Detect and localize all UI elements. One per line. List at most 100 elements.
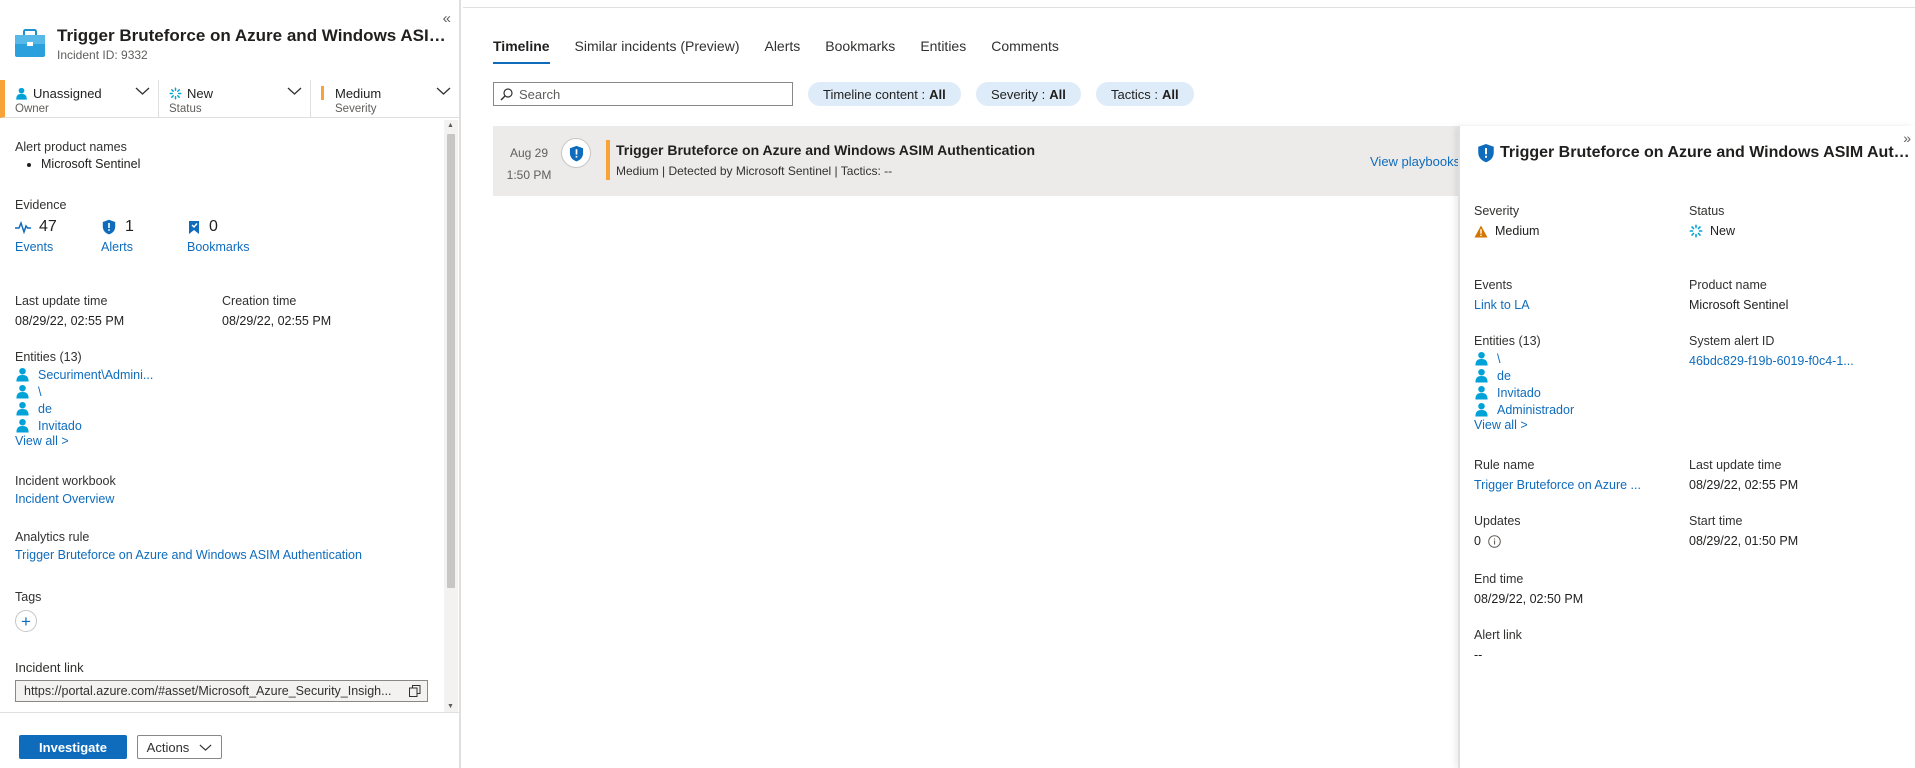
incident-summary-panel: « Trigger Bruteforce on Azure and Window… xyxy=(0,0,461,768)
creation-time-value: 08/29/22, 02:55 PM xyxy=(222,314,332,328)
summary-footer: Investigate Actions xyxy=(0,712,459,768)
search-input[interactable] xyxy=(519,86,779,102)
filter-value: All xyxy=(1161,86,1179,102)
user-icon xyxy=(1474,368,1489,383)
pulse-icon xyxy=(15,220,31,234)
last-update-value: 08/29/22, 02:55 PM xyxy=(15,314,125,328)
scroll-down-icon[interactable]: ▼ xyxy=(447,703,454,710)
tab-timeline[interactable]: Timeline xyxy=(493,38,550,68)
tab-entities[interactable]: Entities xyxy=(920,38,966,68)
bookmarks-link[interactable]: Bookmarks xyxy=(187,240,250,254)
evidence-label: Evidence xyxy=(15,198,67,212)
incident-header: « Trigger Bruteforce on Azure and Window… xyxy=(0,0,459,80)
entity-item[interactable]: de xyxy=(15,400,153,417)
analytics-rule-section: Analytics rule Trigger Bruteforce on Azu… xyxy=(15,530,362,562)
alerts-link[interactable]: Alerts xyxy=(101,240,134,254)
system-alert-link[interactable]: 46bdc829-f19b-6019-f0c4-1... xyxy=(1689,354,1854,368)
tags-label: Tags xyxy=(15,590,42,604)
last-update-label: Last update time xyxy=(1689,458,1782,472)
entities-section: Entities (13) Securiment\Admini... \ de … xyxy=(15,350,153,448)
analytics-rule-link[interactable]: Trigger Bruteforce on Azure and Windows … xyxy=(15,548,362,562)
entity-item[interactable]: Invitado xyxy=(15,417,153,434)
start-time-value: 08/29/22, 01:50 PM xyxy=(1689,534,1799,548)
filter-label: Severity : xyxy=(991,86,1046,102)
user-icon xyxy=(15,87,28,100)
entity-item[interactable]: de xyxy=(1474,367,1574,384)
alert-details-pane: » Trigger Bruteforce on Azure and Window… xyxy=(1458,126,1915,768)
view-playbooks-link[interactable]: View playbooks xyxy=(1370,154,1460,169)
filter-value: All xyxy=(929,86,946,102)
info-icon[interactable] xyxy=(1488,534,1501,548)
warning-icon xyxy=(1474,225,1488,237)
chevron-down-icon xyxy=(135,86,150,96)
scroll-thumb[interactable] xyxy=(447,134,455,588)
entities-label: Entities (13) xyxy=(1474,334,1541,348)
entity-item[interactable]: Administrador xyxy=(1474,401,1574,418)
user-icon xyxy=(15,367,30,382)
workbook-label: Incident workbook xyxy=(15,474,116,488)
incident-title: Trigger Bruteforce on Azure and Windows … xyxy=(57,26,447,45)
tab-alerts[interactable]: Alerts xyxy=(764,38,800,68)
creation-time-field: Creation time 08/29/22, 02:55 PM xyxy=(222,294,331,328)
summary-scrollbar[interactable]: ▲ ▼ xyxy=(444,120,458,712)
entities-view-all-link[interactable]: View all > xyxy=(1474,418,1574,432)
incident-status-bar: Unassigned Owner New Status Medium Sever… xyxy=(0,80,459,118)
details-title: Trigger Bruteforce on Azure and Windows … xyxy=(1500,144,1910,161)
shield-icon xyxy=(1476,142,1496,164)
copy-icon[interactable] xyxy=(409,685,421,697)
tactics-filter[interactable]: Tactics : All xyxy=(1096,82,1194,106)
status-dropdown[interactable]: New Status xyxy=(158,80,310,118)
owner-dropdown[interactable]: Unassigned Owner xyxy=(5,80,158,118)
entity-item[interactable]: \ xyxy=(15,383,153,400)
timeline-title: Trigger Bruteforce on Azure and Windows … xyxy=(616,142,1036,158)
incident-link-field[interactable]: https://portal.azure.com/#asset/Microsof… xyxy=(15,680,428,702)
severity-dropdown[interactable]: Medium Severity xyxy=(310,80,459,118)
scroll-up-icon[interactable]: ▲ xyxy=(447,122,454,129)
search-box[interactable] xyxy=(493,82,793,106)
entity-item[interactable]: \ xyxy=(1474,350,1574,367)
link-to-la[interactable]: Link to LA xyxy=(1474,298,1530,312)
entity-item[interactable]: Invitado xyxy=(1474,384,1574,401)
end-time-label: End time xyxy=(1474,572,1524,586)
collapse-panel-icon[interactable]: « xyxy=(443,10,451,27)
evidence-bookmarks[interactable]: 0 Bookmarks xyxy=(187,218,250,254)
actions-button[interactable]: Actions xyxy=(137,735,222,759)
new-status-icon xyxy=(1689,224,1703,238)
timeline-content-filter[interactable]: Timeline content : All xyxy=(808,82,961,106)
incident-link-label: Incident link xyxy=(15,660,84,675)
alert-link-value: -- xyxy=(1474,648,1483,662)
evidence-alerts[interactable]: 1 Alerts xyxy=(101,218,134,254)
tab-bookmarks[interactable]: Bookmarks xyxy=(825,38,895,68)
product-value: Microsoft Sentinel xyxy=(1689,298,1789,312)
incident-main-area: Timeline Similar incidents (Preview) Ale… xyxy=(463,0,1915,768)
bookmarks-count: 0 xyxy=(209,218,218,235)
severity-filter[interactable]: Severity : All xyxy=(976,82,1081,106)
details-status: Status New xyxy=(1689,204,1735,238)
evidence-events[interactable]: 47 Events xyxy=(15,218,57,254)
incident-workbook-section: Incident workbook Incident Overview xyxy=(15,474,116,506)
status-label: Status xyxy=(169,103,202,115)
search-icon xyxy=(500,87,513,100)
entity-item[interactable]: Securiment\Admini... xyxy=(15,366,153,383)
details-severity: Severity Medium xyxy=(1474,204,1539,238)
entities-view-all-link[interactable]: View all > xyxy=(15,434,153,448)
system-alert-label: System alert ID xyxy=(1689,334,1775,348)
tags-section: Tags + xyxy=(15,590,41,632)
rule-link[interactable]: Trigger Bruteforce on Azure ... xyxy=(1474,478,1641,492)
investigate-button[interactable]: Investigate xyxy=(19,735,127,759)
top-divider xyxy=(463,7,1915,8)
filter-label: Tactics : xyxy=(1111,86,1158,102)
details-alert-link: Alert link -- xyxy=(1474,628,1522,662)
updates-label: Updates xyxy=(1474,514,1521,528)
add-tag-button[interactable]: + xyxy=(15,610,37,632)
timeline-item[interactable]: Aug 29 1:50 PM Trigger Bruteforce on Azu… xyxy=(493,126,1460,196)
new-status-icon xyxy=(169,87,182,100)
filter-value: All xyxy=(1049,86,1066,102)
events-link[interactable]: Events xyxy=(15,240,57,254)
events-label: Events xyxy=(1474,278,1513,292)
workbook-link[interactable]: Incident Overview xyxy=(15,492,116,506)
alert-products-label: Alert product names xyxy=(15,140,127,154)
tab-similar-incidents[interactable]: Similar incidents (Preview) xyxy=(575,38,740,68)
tab-comments[interactable]: Comments xyxy=(991,38,1059,68)
details-end-time: End time 08/29/22, 02:50 PM xyxy=(1474,572,1583,606)
